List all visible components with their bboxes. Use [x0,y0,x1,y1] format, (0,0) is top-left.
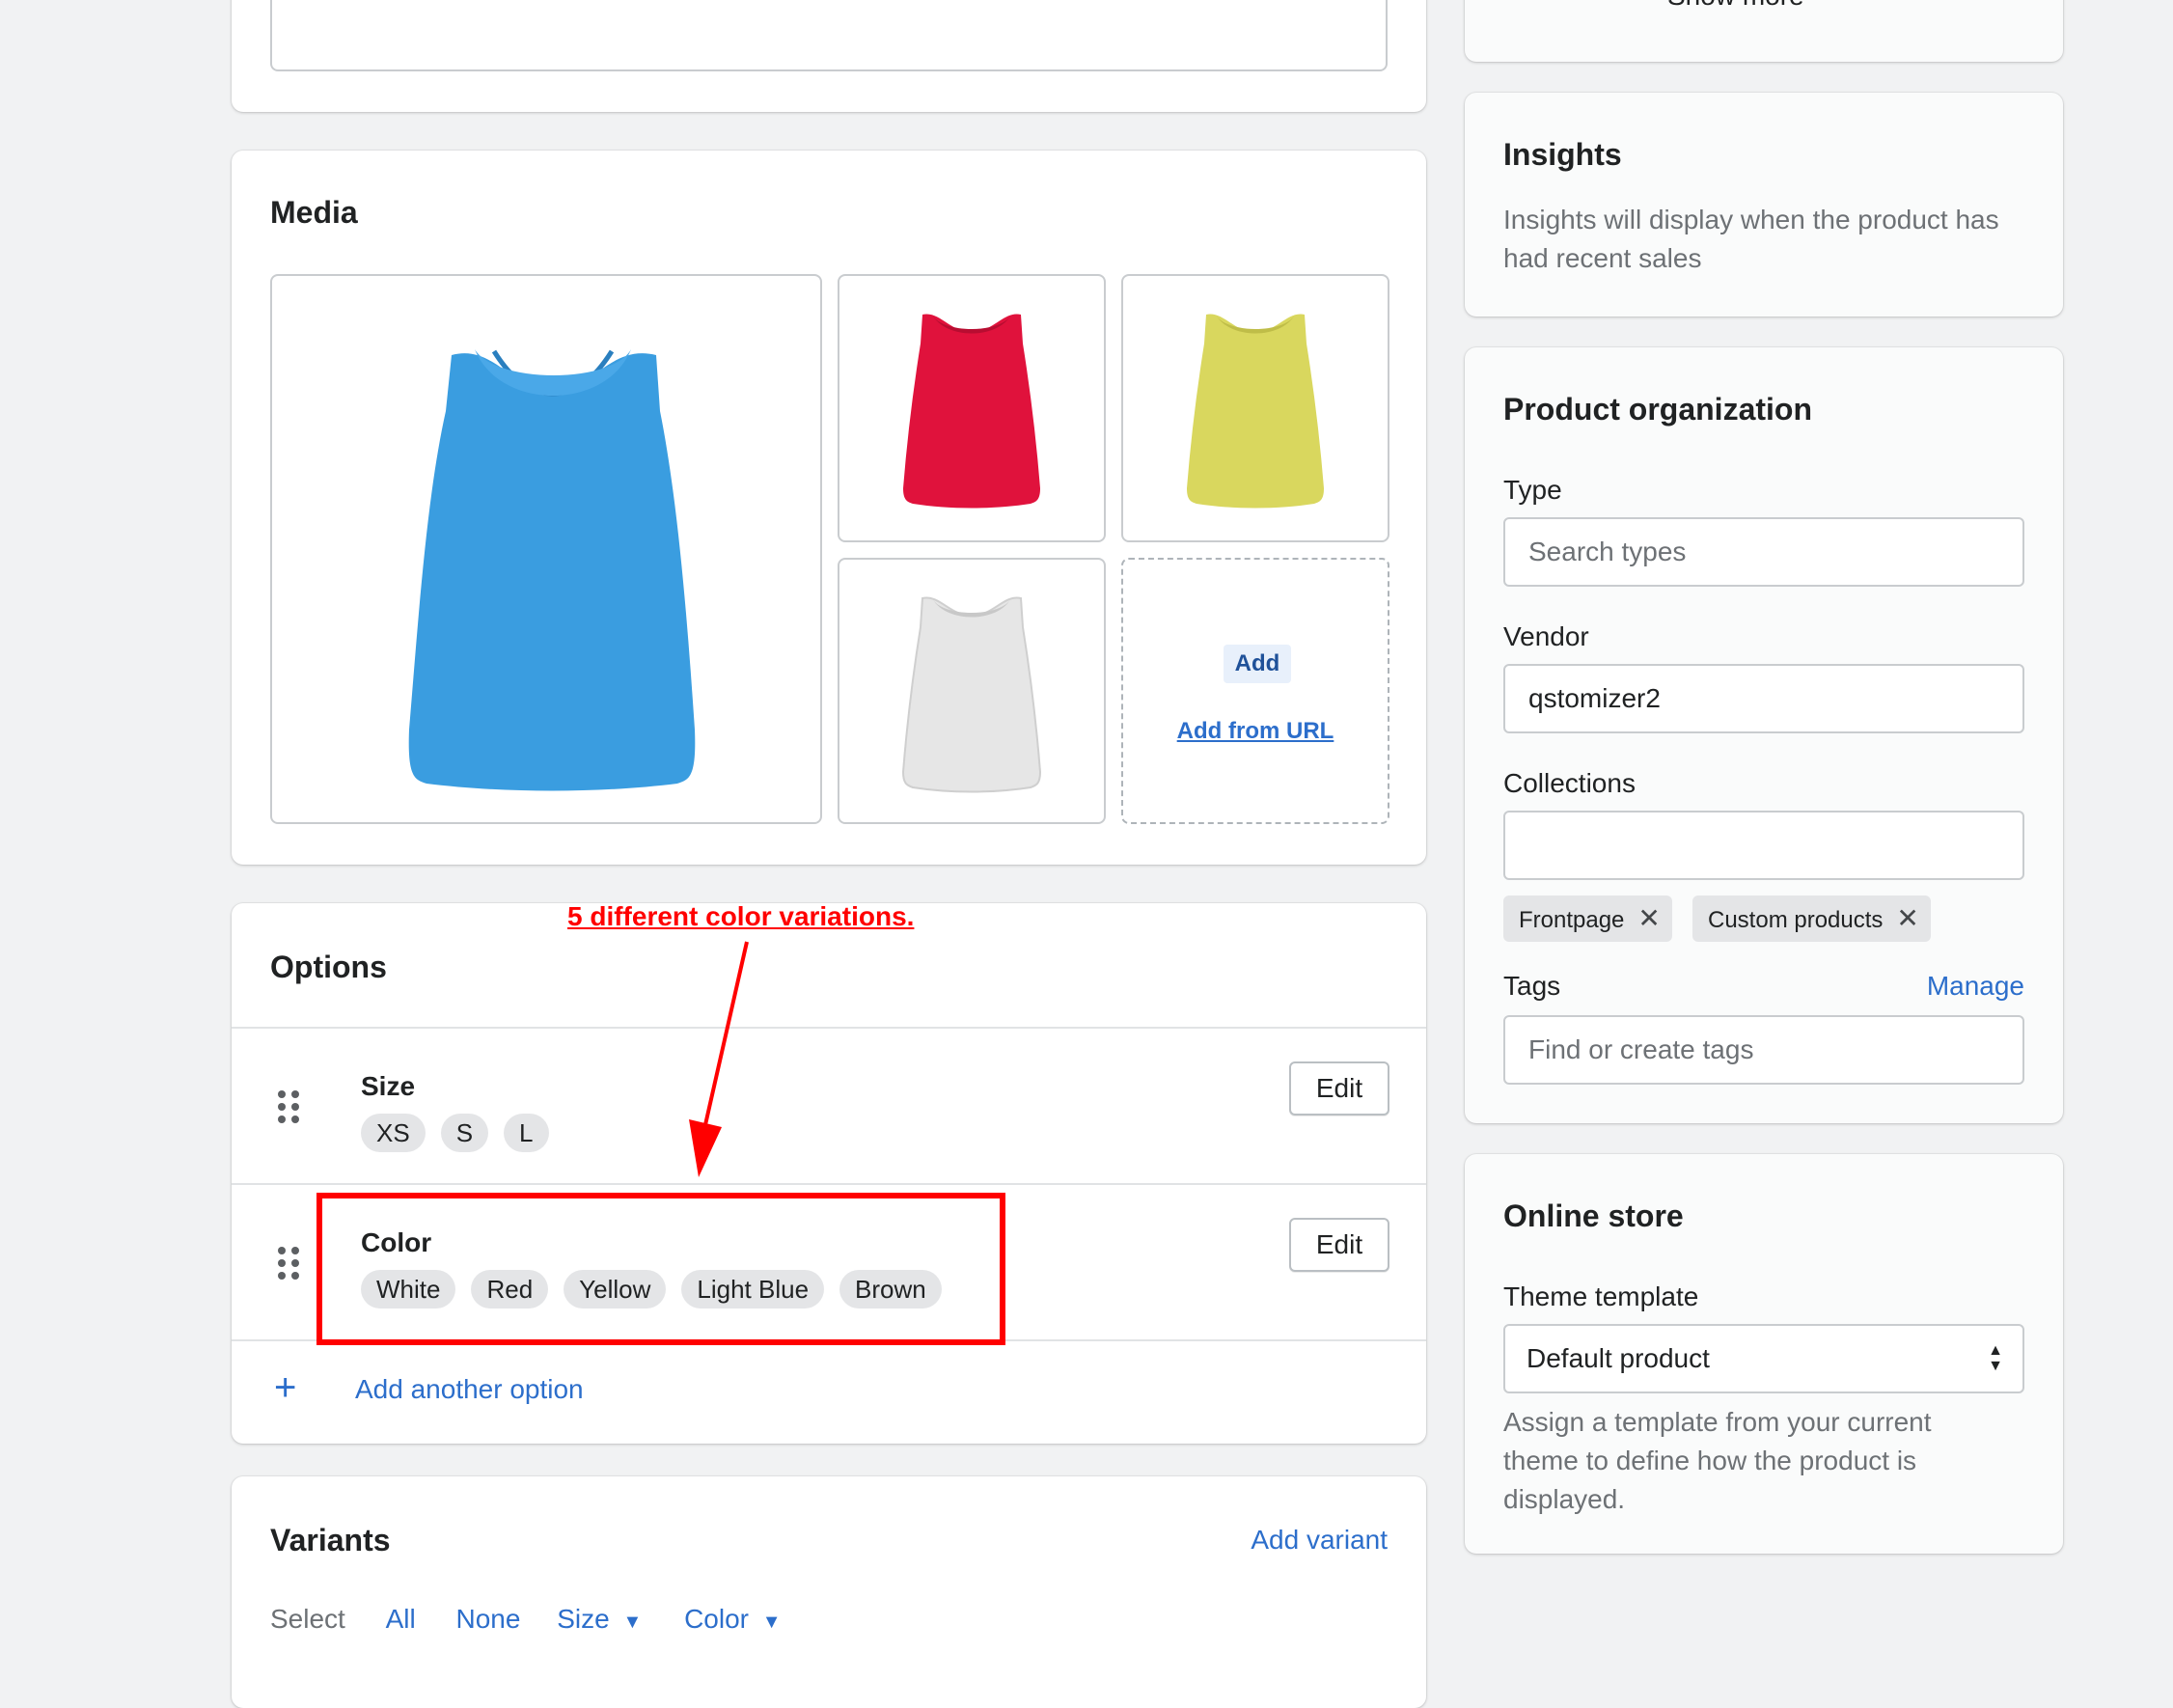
insights-title: Insights [1503,137,1622,172]
variants-select-row: Select All None Size ▼ Color ▼ [270,1604,782,1635]
theme-template-value: Default product [1527,1343,1710,1373]
variants-card: Variants Add variant Select All None Siz… [232,1476,1426,1708]
media-title: Media [270,195,358,230]
annotation-text: 5 different color variations. [567,901,915,931]
caret-down-icon: ▼ [622,1612,643,1633]
select-size-dropdown[interactable]: Size ▼ [557,1604,649,1634]
theme-template-help: Assign a template from your current them… [1503,1407,1932,1514]
online-store-title: Online store [1503,1198,1684,1233]
yellow-tank-top-image [1187,314,1324,509]
media-main-image[interactable] [270,274,822,824]
annotation-highlight-box [316,1193,1005,1345]
variants-title: Variants [270,1523,391,1557]
add-media-button[interactable]: Add [1224,645,1291,683]
select-size-label: Size [557,1604,610,1634]
options-divider [232,1027,1426,1029]
online-store-card: Online store Theme template Default prod… [1465,1154,2063,1554]
select-label: Select [270,1604,345,1634]
collection-tag-label: Custom products [1708,907,1884,933]
collection-tag-label: Frontpage [1519,907,1625,933]
manage-tags-link[interactable]: Manage [1927,971,2024,1002]
edit-color-button[interactable]: Edit [1289,1218,1389,1272]
select-color-label: Color [684,1604,749,1634]
select-color-dropdown[interactable]: Color ▼ [684,1604,782,1634]
insights-text: Insights will display when the product h… [1503,205,1999,273]
description-card [232,0,1426,112]
red-tank-top-image [903,314,1040,509]
media-thumb-red[interactable] [838,274,1106,542]
remove-icon[interactable]: ✕ [1896,903,1918,933]
collections-label: Collections [1503,768,1636,798]
plus-icon: + [274,1366,297,1409]
option-size-name: Size [361,1071,416,1101]
media-add-dropzone[interactable]: Add Add from URL [1121,558,1389,824]
select-none-link[interactable]: None [456,1604,521,1634]
collection-tag-frontpage: Frontpage ✕ [1503,895,1672,942]
media-thumb-yellow[interactable] [1121,274,1389,542]
size-value-pill: XS [361,1114,426,1152]
collection-tag-custom-products: Custom products ✕ [1692,895,1931,942]
media-thumb-white[interactable] [838,558,1106,824]
drag-handle-icon[interactable] [278,1090,301,1123]
add-another-option-link[interactable]: Add another option [355,1374,584,1405]
caret-down-icon: ▼ [761,1612,782,1633]
remove-icon[interactable]: ✕ [1637,903,1660,933]
product-organization-title: Product organization [1503,392,1812,427]
select-all-link[interactable]: All [386,1604,416,1634]
edit-size-button[interactable]: Edit [1289,1061,1389,1116]
option-size-values: XS S L [361,1114,564,1152]
size-value-pill: S [440,1114,489,1152]
type-search-input[interactable]: Search types [1503,517,2024,587]
type-label: Type [1503,475,1562,505]
drag-handle-icon[interactable] [278,1247,301,1280]
vendor-input[interactable]: qstomizer2 [1503,664,2024,733]
product-organization-card: Product organization Type Search types V… [1465,347,2063,1123]
tags-label: Tags [1503,971,1561,1001]
theme-template-label: Theme template [1503,1281,1699,1311]
media-card: Media Add Add from URL [232,151,1426,865]
annotation-arrow [689,941,749,1177]
show-more-label: Show more [1667,0,1804,11]
options-card: Options Size XS S L Edit Color White Red Yel… [232,903,1426,1444]
show-more-card: Show more [1465,0,2063,62]
show-more-button[interactable]: Show more [1667,0,1857,19]
theme-template-select[interactable]: Default product ▲ ▼ [1503,1324,2024,1393]
tags-input[interactable]: Find or create tags [1503,1015,2024,1085]
add-from-url-link[interactable]: Add from URL [1123,718,1388,745]
add-variant-link[interactable]: Add variant [1251,1525,1388,1556]
select-arrows-icon: ▲ ▼ [1988,1342,2003,1374]
options-divider [232,1183,1426,1185]
insights-card: Insights Insights will display when the … [1465,93,2063,317]
size-value-pill: L [504,1114,549,1152]
options-title: Options [270,950,387,984]
chevron-down-icon [1830,0,1857,1]
blue-tank-top-image [408,349,696,791]
collections-input[interactable] [1503,811,2024,880]
white-tank-top-image [901,596,1042,793]
vendor-label: Vendor [1503,621,1589,651]
description-editor[interactable] [270,0,1388,71]
